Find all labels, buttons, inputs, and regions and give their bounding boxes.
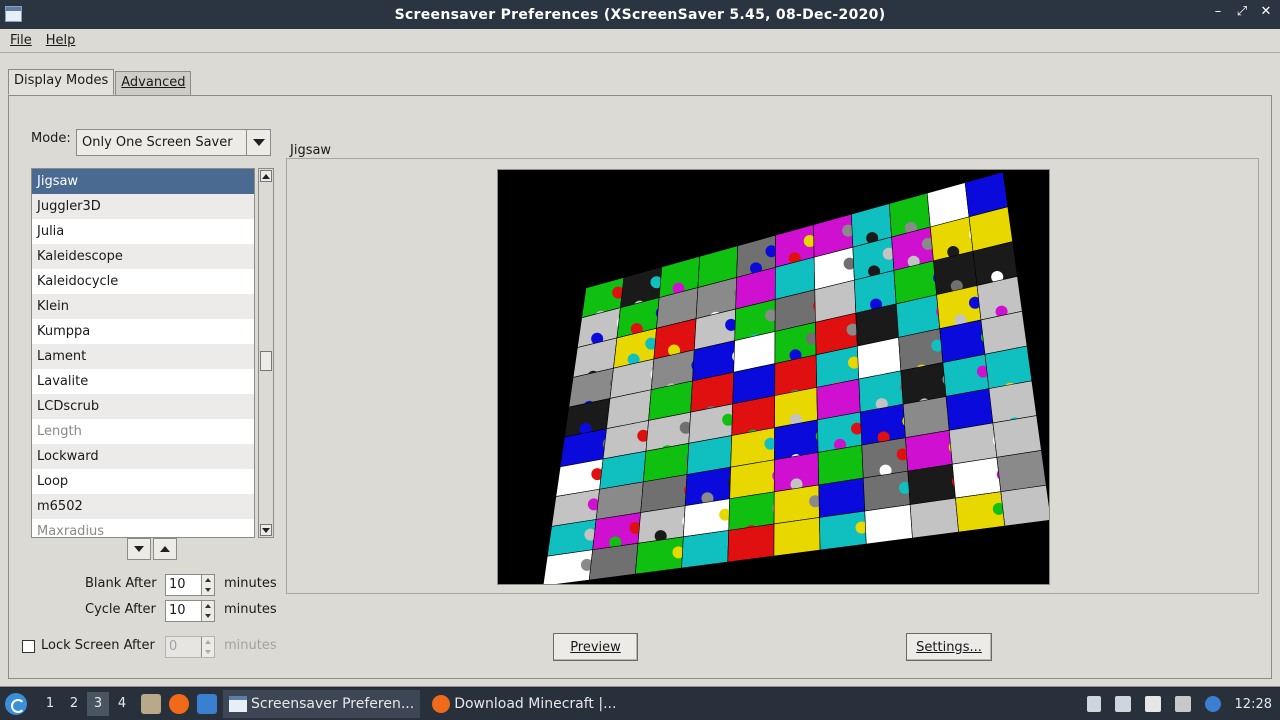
task-download-minecraft[interactable]: Download Minecraft |...: [426, 690, 622, 718]
firefox-icon: [432, 695, 451, 713]
minimize-button[interactable]: –: [1212, 4, 1224, 19]
scroll-up-arrow-icon[interactable]: [260, 170, 272, 182]
tab-bar: Display Modes Advanced: [8, 69, 192, 95]
main-window: File Help Display Modes Advanced Mode: O…: [0, 29, 1280, 687]
list-item[interactable]: Lavalite: [32, 369, 254, 394]
lock-screen-checkbox[interactable]: [22, 640, 35, 653]
blank-after-label: Blank After: [85, 576, 157, 591]
screensaver-list[interactable]: Jigsaw Juggler3D Julia Kaleidescope Kaleidoc…: [31, 168, 255, 538]
cycle-after-spinner[interactable]: 10: [165, 600, 215, 622]
puzzle-piece: [681, 530, 730, 569]
lock-after-unit: minutes: [224, 638, 277, 653]
tab-advanced[interactable]: Advanced: [115, 71, 192, 95]
window-icon: [229, 696, 247, 712]
lock-after-value: 0: [169, 639, 178, 654]
list-item[interactable]: Julia: [32, 219, 254, 244]
arrow-up-icon: [160, 546, 170, 552]
menu-file[interactable]: File: [10, 33, 32, 48]
spinner-arrows-icon[interactable]: [201, 601, 214, 621]
puzzle-piece: [996, 450, 1047, 492]
spinner-arrows-icon[interactable]: [201, 575, 214, 595]
puzzle-piece: [1000, 484, 1049, 527]
task-screensaver-preferences[interactable]: Screensaver Preferen...: [223, 690, 421, 718]
puzzle-piece: [864, 504, 913, 545]
list-scrollbar[interactable]: [258, 168, 274, 538]
spinner-arrows-icon: [201, 637, 214, 657]
clipboard-icon[interactable]: [1144, 696, 1161, 712]
start-menu-icon[interactable]: [5, 693, 27, 715]
cycle-after-unit: minutes: [224, 602, 277, 617]
lock-screen-label: Lock Screen After: [41, 638, 155, 653]
list-nav-buttons: [127, 538, 177, 560]
list-item[interactable]: Kaleidocycle: [32, 269, 254, 294]
tab-display-modes[interactable]: Display Modes: [8, 69, 115, 95]
cycle-after-label: Cycle After: [85, 602, 156, 617]
maximize-button[interactable]: ⤢: [1236, 4, 1248, 19]
list-item[interactable]: Kumppa: [32, 319, 254, 344]
blank-after-unit: minutes: [224, 576, 277, 591]
lock-after-spinner: 0: [165, 636, 215, 658]
puzzle-piece: [952, 456, 1002, 499]
updates-icon[interactable]: [1204, 696, 1221, 712]
list-item[interactable]: Juggler3D: [32, 194, 254, 219]
puzzle-piece: [948, 422, 998, 465]
tray-arrow-icon[interactable]: [1086, 696, 1101, 712]
blank-after-spinner[interactable]: 10: [165, 574, 215, 596]
app-icon: [5, 6, 22, 22]
network-icon[interactable]: [1174, 696, 1191, 712]
workspace-4[interactable]: 4: [111, 692, 133, 716]
prev-hack-button[interactable]: [153, 538, 177, 560]
settings-button[interactable]: Settings...: [906, 633, 992, 661]
workspace-3[interactable]: 3: [87, 692, 109, 716]
display-modes-panel: Mode: Only One Screen Saver Jigsaw Juggle…: [8, 95, 1272, 679]
scroll-down-arrow-icon[interactable]: [260, 524, 272, 536]
mode-dropdown[interactable]: Only One Screen Saver: [76, 129, 271, 156]
puzzle-piece: [773, 517, 821, 557]
preview-button[interactable]: Preview: [553, 633, 638, 661]
puzzle-piece: [907, 463, 956, 505]
cycle-after-value: 10: [169, 603, 186, 618]
puzzle-piece: [909, 497, 959, 539]
mode-label: Mode:: [31, 131, 71, 146]
list-item[interactable]: Lockward: [32, 444, 254, 469]
clock: 12:28: [1234, 696, 1272, 712]
chevron-down-icon: [246, 130, 270, 155]
list-item[interactable]: Kaleidescope: [32, 244, 254, 269]
list-item[interactable]: Length: [32, 419, 254, 444]
window-title: Screensaver Preferences (XScreenSaver 5.…: [394, 6, 886, 23]
arrow-down-icon: [134, 546, 144, 552]
volume-icon[interactable]: [1114, 696, 1131, 712]
puzzle-piece: [818, 477, 866, 518]
puzzle-piece: [992, 415, 1042, 458]
next-hack-button[interactable]: [127, 538, 151, 560]
system-tray: 12:28: [1086, 688, 1272, 720]
close-button[interactable]: ✕: [1260, 4, 1272, 19]
firefox-icon[interactable]: [169, 694, 189, 714]
menu-help[interactable]: Help: [46, 33, 76, 48]
list-item[interactable]: Klein: [32, 294, 254, 319]
list-item[interactable]: LCDscrub: [32, 394, 254, 419]
jigsaw-preview-image: [542, 171, 1049, 584]
list-item[interactable]: m6502: [32, 494, 254, 519]
mode-dropdown-value: Only One Screen Saver: [82, 135, 233, 150]
desktop-icon[interactable]: [197, 694, 217, 714]
title-bar: Screensaver Preferences (XScreenSaver 5.…: [0, 0, 1280, 29]
file-manager-icon[interactable]: [141, 694, 161, 714]
puzzle-piece: [727, 523, 775, 563]
workspace-1[interactable]: 1: [39, 692, 61, 716]
menu-bar: File Help: [0, 29, 1280, 53]
list-item[interactable]: Lament: [32, 344, 254, 369]
blank-after-value: 10: [169, 577, 186, 592]
scrollbar-thumb[interactable]: [260, 351, 272, 371]
preview-frame: [286, 158, 1259, 594]
window-controls: – ⤢ ✕: [1212, 4, 1272, 19]
workspace-2[interactable]: 2: [63, 692, 85, 716]
taskbar: 1 2 3 4 Screensaver Preferen... Download…: [0, 688, 1280, 720]
screensaver-preview: [497, 169, 1050, 585]
list-item[interactable]: Maxradius: [32, 519, 254, 537]
preview-frame-title: Jigsaw: [290, 143, 332, 158]
list-item[interactable]: Jigsaw: [32, 169, 254, 194]
list-item[interactable]: Loop: [32, 469, 254, 494]
